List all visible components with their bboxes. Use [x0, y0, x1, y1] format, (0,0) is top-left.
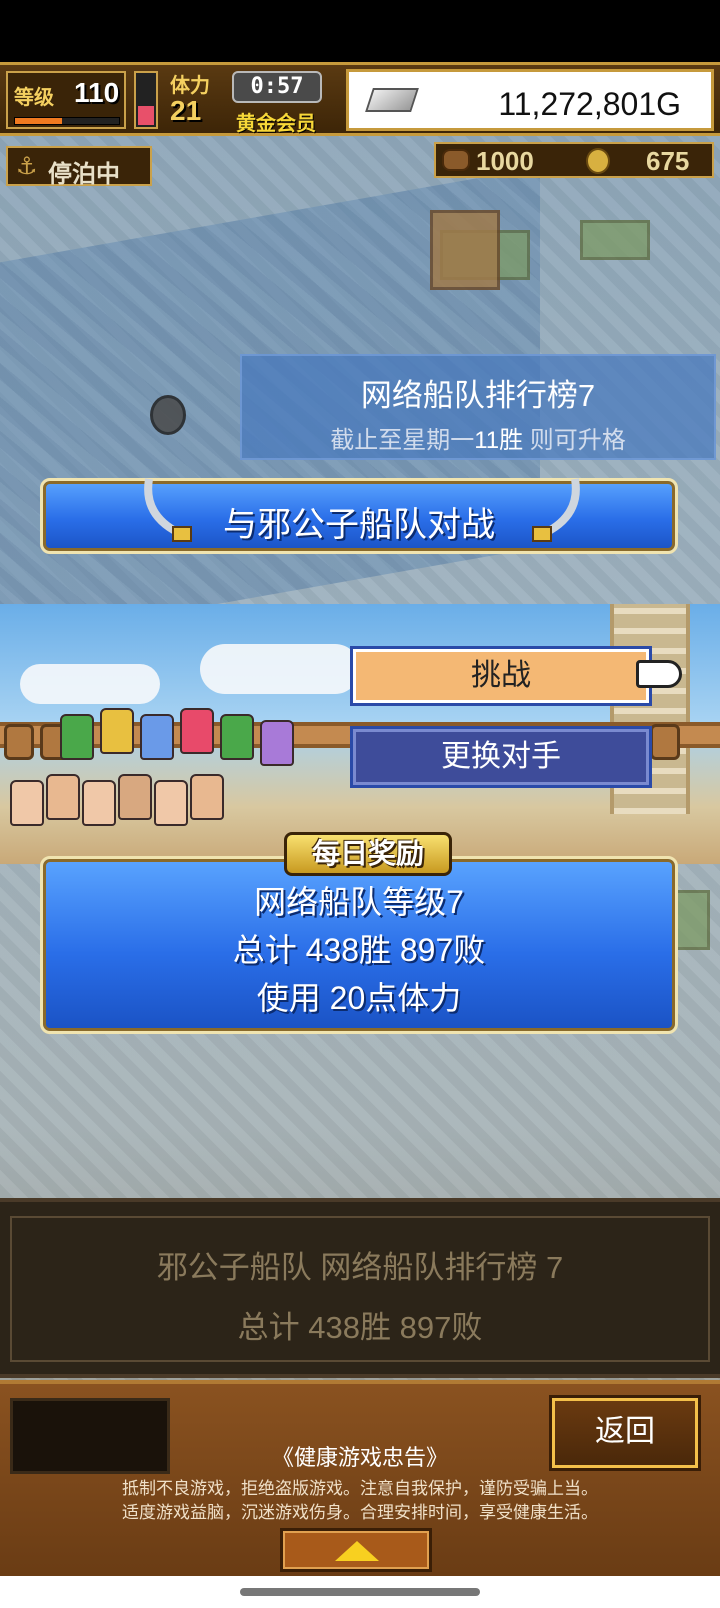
stamina-label: 体力 — [170, 75, 210, 97]
crew-sprite — [100, 708, 134, 754]
crew-sprite — [220, 714, 254, 760]
barrel — [4, 724, 34, 760]
fleet-info-panel: 网络船队等级7 总计 438胜 897败 使用 20点体力 — [40, 856, 678, 1034]
opponent-record: 总计 438胜 897败 — [237, 1310, 483, 1345]
medal-count: 675 — [646, 146, 690, 176]
resource-panel: 1000 675 — [434, 142, 714, 178]
battle-fleet-button[interactable]: 与邪公子船队对战 — [40, 478, 678, 554]
crew-sprite — [118, 774, 152, 820]
fleet-level: 网络船队等级7 — [254, 884, 464, 920]
system-status-bar — [0, 0, 720, 62]
opponent-info-panel: 邪公子船队 网络船队排行榜 7 总计 438胜 897败 — [0, 1198, 720, 1378]
ranking-condition-wins: 11胜 — [474, 427, 524, 454]
opponent-name-rank: 邪公子船队 网络船队排行榜 7 — [156, 1250, 564, 1285]
exp-bar-fill — [15, 118, 62, 124]
up-arrow-icon — [335, 1541, 379, 1561]
ranking-title: 网络船队排行榜7 — [360, 378, 596, 413]
cloud — [20, 664, 160, 704]
crew-sprite — [180, 708, 214, 754]
challenge-button[interactable]: 挑战 — [350, 646, 652, 706]
bomb-sprite — [150, 395, 186, 435]
ranking-condition-suffix: 则可升格 — [523, 427, 626, 454]
docked-status[interactable]: ⚓ 停泊中 — [6, 146, 152, 188]
stamina-gauge-fill — [138, 106, 154, 125]
change-opponent-button[interactable]: 更换对手 — [350, 726, 652, 788]
barrel — [650, 724, 680, 760]
membership-badge[interactable]: 黄金会员 — [236, 107, 316, 136]
money-panel: 11,272,801G — [346, 69, 714, 131]
top-hud: 等级 110 体力 21 0:57 黄金会员 11,272,801G — [0, 62, 720, 136]
fleet-record: 总计 438胜 897败 — [232, 932, 486, 968]
level-value: 110 — [74, 77, 120, 108]
pointing-hand-icon — [636, 660, 682, 688]
island — [580, 220, 650, 260]
crew-sprite — [260, 720, 294, 766]
anchor-icon: ⚓ — [16, 153, 38, 180]
stamina-timer: 0:57 — [232, 71, 322, 103]
footer-bar: 返回 《健康游戏忠告》 抵制不良游戏，拒绝盗版游戏。注意自我保护，谨防受骗上当。… — [0, 1380, 720, 1576]
money-value: 11,272,801G — [498, 86, 681, 122]
cloud — [200, 644, 360, 694]
medal-icon — [586, 148, 610, 174]
ranking-condition-prefix: 截止至星期一 — [330, 427, 475, 454]
ranking-banner: 网络船队排行榜7 截止至星期一11胜 则可升格 — [240, 354, 716, 460]
docked-label: 停泊中 — [48, 161, 120, 188]
exp-bar — [14, 117, 120, 125]
health-notice-line-2: 适度游戏益脑，沉迷游戏伤身。合理安排时间，享受健康生活。 — [122, 1503, 598, 1522]
stamina-cost: 使用 20点体力 — [256, 980, 462, 1016]
health-notice-line-1: 抵制不良游戏，拒绝盗版游戏。注意自我保护，谨防受骗上当。 — [122, 1479, 598, 1498]
crew-sprite — [154, 780, 188, 826]
crew-sprite — [140, 714, 174, 760]
rock-pillar — [430, 210, 500, 290]
stamina-value: 21 — [170, 95, 202, 126]
level-box: 等级 110 — [6, 71, 126, 129]
level-label: 等级 — [14, 87, 54, 109]
home-indicator[interactable] — [240, 1588, 480, 1596]
crew-sprite — [46, 774, 80, 820]
health-notice-title: 《健康游戏忠告》 — [271, 1445, 448, 1470]
wood-count: 1000 — [476, 146, 534, 176]
stamina-gauge — [134, 71, 158, 129]
saber-right-icon — [532, 478, 580, 542]
crew-sprite — [60, 714, 94, 760]
silver-bar-icon — [365, 88, 419, 112]
opponent-info-frame: 邪公子船队 网络船队排行榜 7 总计 438胜 897败 — [10, 1216, 710, 1362]
wood-icon — [442, 149, 470, 171]
crew-sprite — [190, 774, 224, 820]
ranking-condition: 截止至星期一11胜 则可升格 — [242, 420, 714, 455]
expand-up-button[interactable] — [280, 1528, 432, 1572]
crew-sprite — [82, 780, 116, 826]
crew-sprite — [10, 780, 44, 826]
daily-reward-tag: 每日奖励 — [284, 832, 452, 876]
system-nav-bar — [0, 1576, 720, 1608]
